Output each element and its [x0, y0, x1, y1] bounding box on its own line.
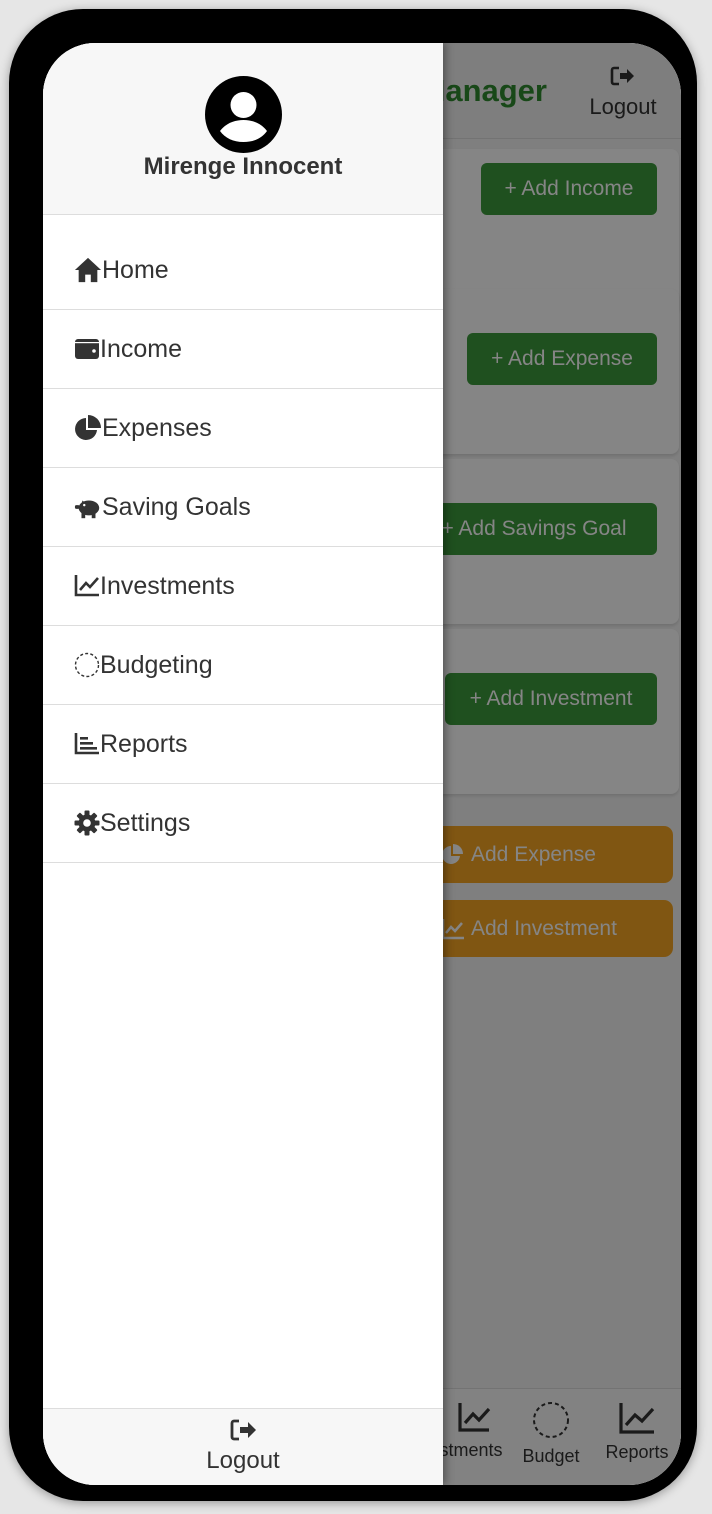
drawer-item-home[interactable]: Home [43, 231, 443, 310]
drawer-header: Mirenge Innocent [43, 43, 443, 215]
wallet-icon [74, 335, 100, 363]
phone-frame: Finance Manager Logout + Add Income + Ad… [9, 9, 697, 1501]
drawer-item-budgeting[interactable]: Budgeting [43, 626, 443, 705]
piggy-bank-icon [74, 493, 102, 521]
drawer-logout-button[interactable]: Logout [43, 1408, 443, 1485]
drawer-item-investments[interactable]: Investments [43, 547, 443, 626]
drawer-item-settings[interactable]: Settings [43, 784, 443, 863]
drawer-item-label: Saving Goals [102, 492, 251, 521]
drawer-item-label: Income [100, 334, 182, 363]
drawer-item-income[interactable]: Income [43, 310, 443, 389]
drawer-item-label: Budgeting [100, 650, 213, 679]
chart-line-icon [74, 572, 100, 600]
drawer-logout-label: Logout [206, 1447, 280, 1474]
drawer-item-saving-goals[interactable]: Saving Goals [43, 468, 443, 547]
home-icon [74, 256, 102, 284]
drawer-item-label: Home [102, 255, 169, 284]
bar-chart-icon [74, 730, 100, 758]
side-drawer: Mirenge Innocent Home Income Expenses Sa… [43, 43, 443, 1485]
dashed-circle-icon [74, 651, 100, 679]
drawer-item-label: Settings [100, 808, 191, 837]
drawer-item-expenses[interactable]: Expenses [43, 389, 443, 468]
drawer-item-label: Investments [100, 571, 235, 600]
logout-icon [229, 1418, 257, 1442]
avatar [205, 76, 282, 153]
gear-icon [74, 809, 100, 837]
user-name: Mirenge Innocent [143, 153, 343, 180]
drawer-item-label: Reports [100, 729, 188, 758]
drawer-item-reports[interactable]: Reports [43, 705, 443, 784]
pie-chart-icon [74, 414, 102, 442]
drawer-item-label: Expenses [102, 413, 212, 442]
screen: Finance Manager Logout + Add Income + Ad… [43, 43, 681, 1485]
